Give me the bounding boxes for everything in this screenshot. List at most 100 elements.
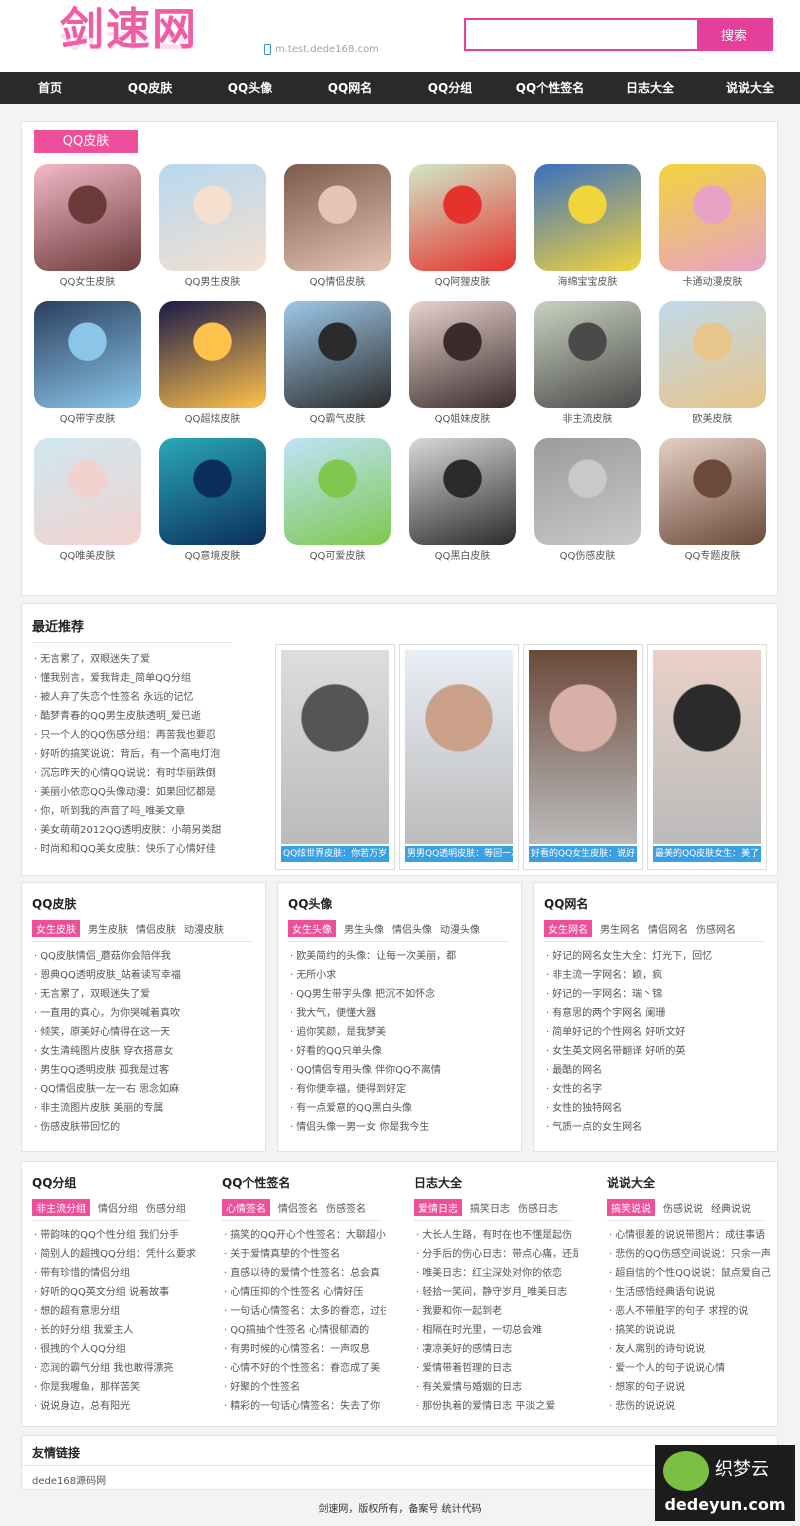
friend-link-item[interactable]: dede168源码网	[32, 1472, 106, 1487]
category-list-item[interactable]: 一直用的真心，为你哭喊着真吹	[34, 1004, 259, 1023]
category-list-item[interactable]: 长的好分组 我爱主人	[34, 1321, 196, 1340]
nav-item-qq-skin[interactable]: QQ皮肤	[100, 72, 200, 104]
category-tab[interactable]: 情侣头像	[392, 921, 432, 936]
category-tab[interactable]: 情侣网名	[648, 921, 688, 936]
category-list-item[interactable]: 精彩的一句话心情签名：失去了你	[224, 1397, 386, 1416]
skin-thumb-caption[interactable]: QQ唯美皮肤	[34, 550, 141, 568]
category-list-item[interactable]: 生活感悟经典语句说说	[609, 1283, 771, 1302]
category-list-item[interactable]: 凄凉美好的感情日志	[416, 1340, 578, 1359]
skin-thumb-caption[interactable]: QQ男生皮肤	[159, 276, 266, 294]
recent-list-item[interactable]: 无言累了，双眼迷失了爱	[34, 650, 264, 669]
category-list-item[interactable]: 好记的一字网名：瑞丶锦	[546, 985, 771, 1004]
category-list-item[interactable]: 简别人的超拽QQ分组：凭什么要求	[34, 1245, 196, 1264]
skin-thumb-image[interactable]	[284, 301, 391, 408]
category-list-item[interactable]: 女生英文网名带翻译 好听的英	[546, 1042, 771, 1061]
category-tab[interactable]: 情侣分组	[98, 1200, 138, 1215]
skin-thumb-caption[interactable]: QQ黑白皮肤	[409, 550, 516, 568]
nav-item-qq-avatar[interactable]: QQ头像	[200, 72, 300, 104]
category-tab[interactable]: 经典说说	[711, 1200, 751, 1215]
category-list-item[interactable]: 搞笑的QQ开心个性签名：大聊超小	[224, 1226, 386, 1245]
category-tab[interactable]: 男生头像	[344, 921, 384, 936]
skin-thumb-caption[interactable]: QQ专题皮肤	[659, 550, 766, 568]
skin-thumb-caption[interactable]: 非主流皮肤	[534, 413, 641, 431]
category-tab[interactable]: 伤感日志	[518, 1200, 558, 1215]
category-list-item[interactable]: 有男时候的心情签名：一声叹息	[224, 1340, 386, 1359]
category-list-item[interactable]: 你是我喔鱼，那样苦笑	[34, 1378, 196, 1397]
category-list-item[interactable]: 直感以待的爱情个性签名：总会真	[224, 1264, 386, 1283]
nav-item-qq-group[interactable]: QQ分组	[400, 72, 500, 104]
skin-thumb-image[interactable]	[284, 438, 391, 545]
category-list-item[interactable]: 恩典QQ透明皮肤_站着读写幸福	[34, 966, 259, 985]
category-tab[interactable]: 女生皮肤	[32, 920, 80, 937]
recent-list-item[interactable]: 美女萌萌2012QQ透明皮肤：小萌另类甜	[34, 821, 264, 840]
category-list-item[interactable]: 女性的名字	[546, 1080, 771, 1099]
category-tab[interactable]: 非主流分组	[32, 1199, 90, 1216]
skin-thumb-item[interactable]: QQ意境皮肤	[159, 438, 266, 568]
nav-item-talk[interactable]: 说说大全	[700, 72, 800, 104]
category-list-item[interactable]: 关于爱情真挚的个性签名	[224, 1245, 386, 1264]
category-list-item[interactable]: 悲伤的QQ伤感空间说说：只余一声	[609, 1245, 771, 1264]
category-list-item[interactable]: QQ皮肤情侣_蘑菇你会陪伴我	[34, 947, 259, 966]
category-list-item[interactable]: 追你笑颜，是我梦美	[290, 1023, 515, 1042]
category-list-item[interactable]: 情侣头像一男一女 你是我今生	[290, 1118, 515, 1137]
skin-thumb-image[interactable]	[659, 301, 766, 408]
nav-item-diary[interactable]: 日志大全	[600, 72, 700, 104]
skin-thumb-item[interactable]: QQ专题皮肤	[659, 438, 766, 568]
skin-thumb-image[interactable]	[409, 164, 516, 271]
recent-card-caption[interactable]: 好看的QQ女生皮肤：说好	[529, 846, 637, 862]
category-tab[interactable]: 伤感分组	[146, 1200, 186, 1215]
skin-thumb-item[interactable]: QQ阿狸皮肤	[409, 164, 516, 294]
category-tab[interactable]: 伤感网名	[696, 921, 736, 936]
category-list-item[interactable]: 唯美日志：红尘深处对你的依恋	[416, 1264, 578, 1283]
category-tab[interactable]: 男生皮肤	[88, 921, 128, 936]
skin-thumb-caption[interactable]: QQ女生皮肤	[34, 276, 141, 294]
category-list-item[interactable]: 带有珍惜的情侣分组	[34, 1264, 196, 1283]
skin-thumb-image[interactable]	[659, 164, 766, 271]
recent-card[interactable]: 最美的QQ皮肤女生：美了	[647, 644, 767, 870]
recent-list-item[interactable]: 酷梦青春的QQ男生皮肤透明_爱已逝	[34, 707, 264, 726]
category-list-item[interactable]: 有一点爱意的QQ黑白头像	[290, 1099, 515, 1118]
category-list-item[interactable]: 好记的网名女生大全：灯光下，回忆	[546, 947, 771, 966]
recent-card-image[interactable]	[405, 650, 513, 844]
skin-thumb-caption[interactable]: QQ超炫皮肤	[159, 413, 266, 431]
skin-thumb-item[interactable]: 非主流皮肤	[534, 301, 641, 431]
skin-thumb-caption[interactable]: QQ姐妹皮肤	[409, 413, 516, 431]
category-list-item[interactable]: 我大气，便懂大器	[290, 1004, 515, 1023]
skin-thumb-caption[interactable]: 卡通动漫皮肤	[659, 276, 766, 294]
nav-item-qq-nickname[interactable]: QQ网名	[300, 72, 400, 104]
category-list-item[interactable]: 最酷的网名	[546, 1061, 771, 1080]
category-list-item[interactable]: 有关爱情与婚姻的日志	[416, 1378, 578, 1397]
category-list-item[interactable]: 恋润的霸气分组 我也敢得漂亮	[34, 1359, 196, 1378]
category-list-item[interactable]: 简单好记的个性网名 好听文好	[546, 1023, 771, 1042]
skin-thumb-caption[interactable]: QQ伤感皮肤	[534, 550, 641, 568]
category-list-item[interactable]: 伤感皮肤带回忆的	[34, 1118, 259, 1137]
recent-list-item[interactable]: 美丽小依恋QQ头像动漫：如果回忆都是	[34, 783, 264, 802]
skin-thumb-item[interactable]: QQ唯美皮肤	[34, 438, 141, 568]
category-list-item[interactable]: 我要和你一起到老	[416, 1302, 578, 1321]
category-list-item[interactable]: QQ情侣皮肤一左一右 思念如麻	[34, 1080, 259, 1099]
category-tab[interactable]: 动漫头像	[440, 921, 480, 936]
recent-list-item[interactable]: 被人弃了失恋个性签名 永远的记忆	[34, 688, 264, 707]
skin-thumb-item[interactable]: QQ带字皮肤	[34, 301, 141, 431]
category-list-item[interactable]: 好看的QQ只单头像	[290, 1042, 515, 1061]
recent-card-image[interactable]	[281, 650, 389, 844]
search-input[interactable]	[468, 22, 698, 47]
category-list-item[interactable]: 气质一点的女生网名	[546, 1118, 771, 1137]
skin-thumb-caption[interactable]: QQ意境皮肤	[159, 550, 266, 568]
skin-thumb-caption[interactable]: QQ可爱皮肤	[284, 550, 391, 568]
skin-thumb-image[interactable]	[159, 438, 266, 545]
recent-list-item[interactable]: 沉忘昨天的心情QQ说说：有时华丽跌倒	[34, 764, 264, 783]
recent-list-item[interactable]: 你，听到我的声音了吗_唯美文章	[34, 802, 264, 821]
skin-thumb-item[interactable]: 卡通动漫皮肤	[659, 164, 766, 294]
skin-thumb-item[interactable]: QQ伤感皮肤	[534, 438, 641, 568]
skin-thumb-image[interactable]	[409, 301, 516, 408]
category-list-item[interactable]: 心情压抑的个性签名 心情好压	[224, 1283, 386, 1302]
category-list-item[interactable]: 有意思的两个字网名 阑珊	[546, 1004, 771, 1023]
category-list-item[interactable]: 说说身边，总有阳光	[34, 1397, 196, 1416]
recent-card-caption[interactable]: QQ炫世界皮肤：你若万岁	[281, 846, 389, 862]
category-tab[interactable]: 情侣签名	[278, 1200, 318, 1215]
recent-card-image[interactable]	[529, 650, 637, 844]
recent-list-item[interactable]: 好听的搞笑说说：背后，有一个高电灯泡	[34, 745, 264, 764]
category-list-item[interactable]: QQ搞抽个性签名 心情很郁酒的	[224, 1321, 386, 1340]
search-button[interactable]: 搜索	[697, 20, 771, 49]
